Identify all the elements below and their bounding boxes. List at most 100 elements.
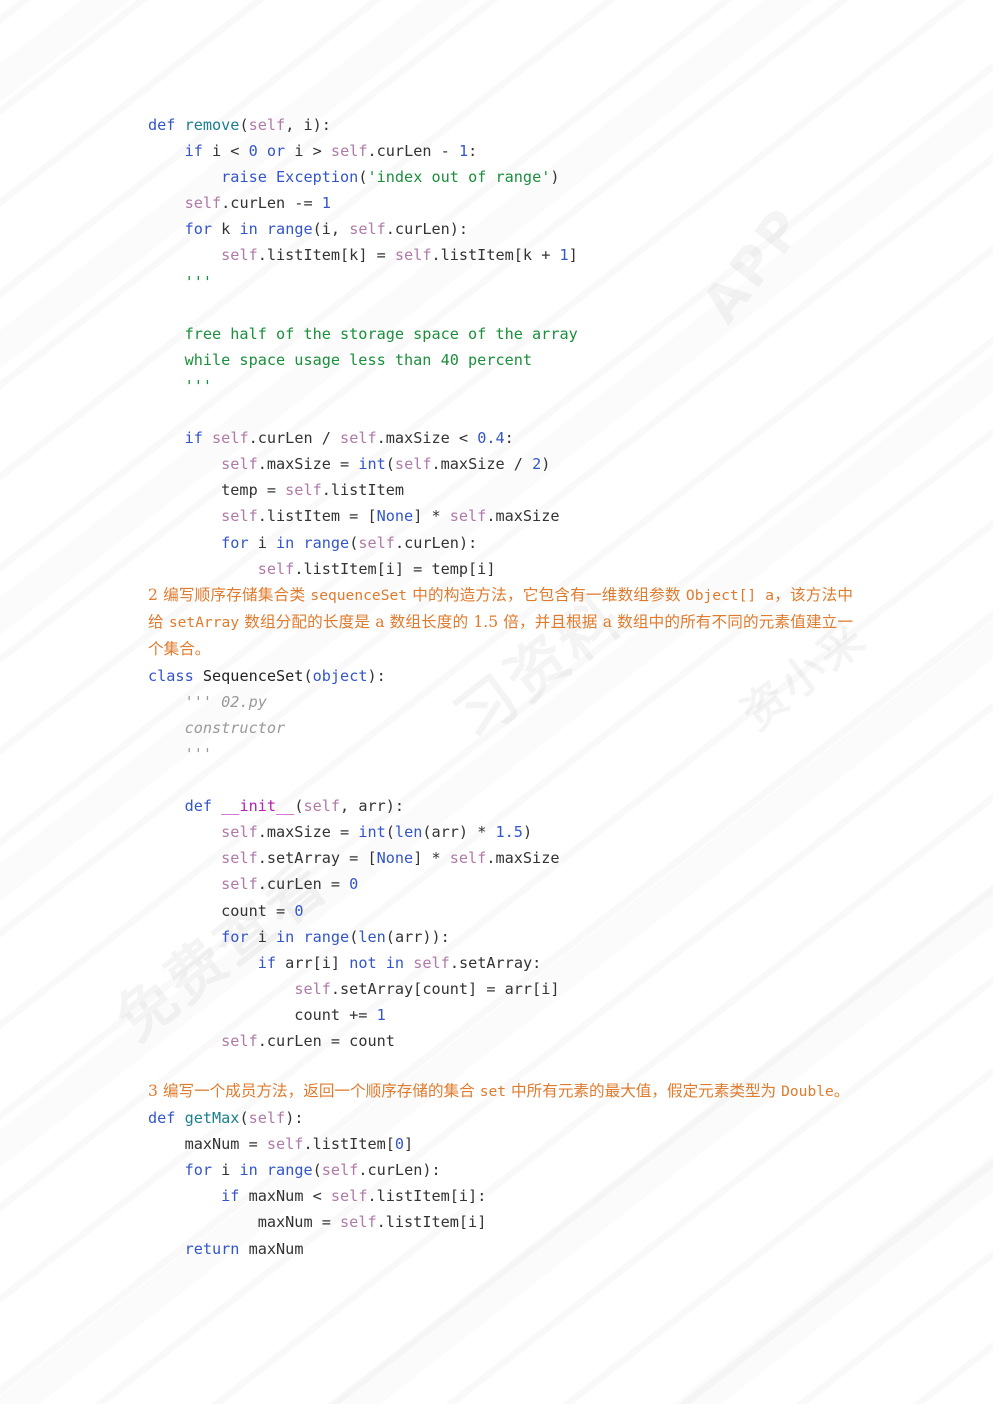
code-token: (arr)): <box>385 927 450 946</box>
document-content: def remove(self, i): if i < 0 or i > sel… <box>0 0 993 1262</box>
code-token: self <box>184 194 222 213</box>
code-token: object <box>312 666 368 685</box>
code-token: len <box>394 823 423 842</box>
code-token: .curLen = count <box>257 1032 395 1050</box>
code-token: ): <box>285 1109 304 1128</box>
code-token: raise <box>221 168 267 187</box>
code-token: in <box>276 927 295 946</box>
code-token: 2 <box>532 455 542 474</box>
code-token: ) <box>522 823 533 842</box>
code-line: raise Exception('index out of range') <box>148 164 993 190</box>
code-token: maxNum = <box>148 1135 267 1154</box>
code-token: self <box>449 849 487 868</box>
code-token: arr[i] <box>276 953 350 972</box>
code-token: .listItem[ <box>303 1135 395 1154</box>
code-line: self.setArray[count] = arr[i] <box>148 976 993 1002</box>
code-token: .curLen = <box>257 875 350 894</box>
code-token: None <box>376 507 414 526</box>
code-token: self <box>303 797 341 816</box>
code-token: self <box>221 1032 258 1050</box>
code-token: int <box>358 455 386 474</box>
code-token: .listItem[k + <box>431 246 560 265</box>
code-token: .maxSize / <box>431 455 533 474</box>
code-token: maxNum < <box>239 1187 331 1206</box>
code-line: ''' <box>148 269 993 295</box>
prompt-text: 。 <box>833 1082 850 1101</box>
code-token: ( <box>239 116 249 134</box>
code-token: range <box>266 1161 313 1180</box>
code-token: 0 <box>248 142 258 161</box>
content-blocks: def remove(self, i): if i < 0 or i > sel… <box>0 112 993 1262</box>
code-line: while space usage less than 40 percent <box>148 347 993 373</box>
code-line: if self.curLen / self.maxSize < 0.4: <box>148 425 993 451</box>
code-token: self <box>266 1135 304 1154</box>
exercise-3-prompt: 3 编写一个成员方法，返回一个顺序存储的集合 set 中所有元素的最大值，假定元… <box>0 1078 993 1105</box>
code-token: .curLen / <box>248 429 341 448</box>
code-token: count += <box>148 1005 377 1024</box>
code-token: if <box>257 953 277 972</box>
code-token: i < <box>202 142 249 161</box>
code-token: i <box>212 1161 240 1180</box>
code-line: ''' 02.py <box>148 689 993 715</box>
code-token: .listItem[i]: <box>367 1187 487 1206</box>
code-token: : <box>504 429 514 448</box>
code-token: ): <box>367 666 386 685</box>
prompt-code-term: Double <box>781 1083 834 1101</box>
code-token: temp = <box>148 481 286 500</box>
code-line: self.curLen = 0 <box>148 871 993 897</box>
code-line: for k in range(i, self.curLen): <box>148 216 993 242</box>
code-token: int <box>358 823 386 842</box>
code-token: ( <box>303 666 313 685</box>
code-token: count = <box>148 901 295 920</box>
code-token: ( <box>349 927 359 946</box>
code-token: if <box>184 429 203 448</box>
code-line: maxNum = self.listItem[i] <box>148 1209 993 1235</box>
code-token: def <box>148 1109 185 1128</box>
code-token: .setArray = [ <box>257 849 377 868</box>
code-token: in <box>239 1161 258 1180</box>
code-token: ( <box>312 1161 322 1180</box>
code-token: self <box>221 246 258 265</box>
code-token: for <box>221 927 249 946</box>
code-token: .curLen): <box>385 220 469 239</box>
code-line: return maxNum <box>148 1236 993 1262</box>
code-token: 1.5 <box>495 823 523 842</box>
code-token: .listItem[k] = <box>257 246 395 265</box>
code-token: self <box>212 429 249 448</box>
code-token: .listItem <box>321 481 405 500</box>
code-token: ( <box>239 1109 249 1128</box>
code-token: getMax <box>184 1109 240 1128</box>
code-token: self <box>257 559 295 578</box>
code-token: self <box>394 455 432 474</box>
code-token: not <box>349 953 377 972</box>
code-token: in <box>239 220 258 239</box>
code-token: .listItem = [ <box>257 507 377 526</box>
code-token: ( <box>385 455 395 474</box>
code-line: if arr[i] not in self.setArray: <box>148 950 993 976</box>
code-line: count = 0 <box>148 898 993 924</box>
code-token: self <box>330 1187 368 1206</box>
prompt-code-term: Object[] a <box>685 586 774 604</box>
code-token: self <box>330 142 368 161</box>
code-token: k <box>212 220 240 239</box>
code-line: ''' <box>148 741 993 767</box>
code-token: ''' <box>148 376 213 395</box>
code-token: self <box>221 507 258 526</box>
code-token: maxNum <box>239 1239 304 1258</box>
remove-method-code: def remove(self, i): if i < 0 or i > sel… <box>0 112 993 582</box>
